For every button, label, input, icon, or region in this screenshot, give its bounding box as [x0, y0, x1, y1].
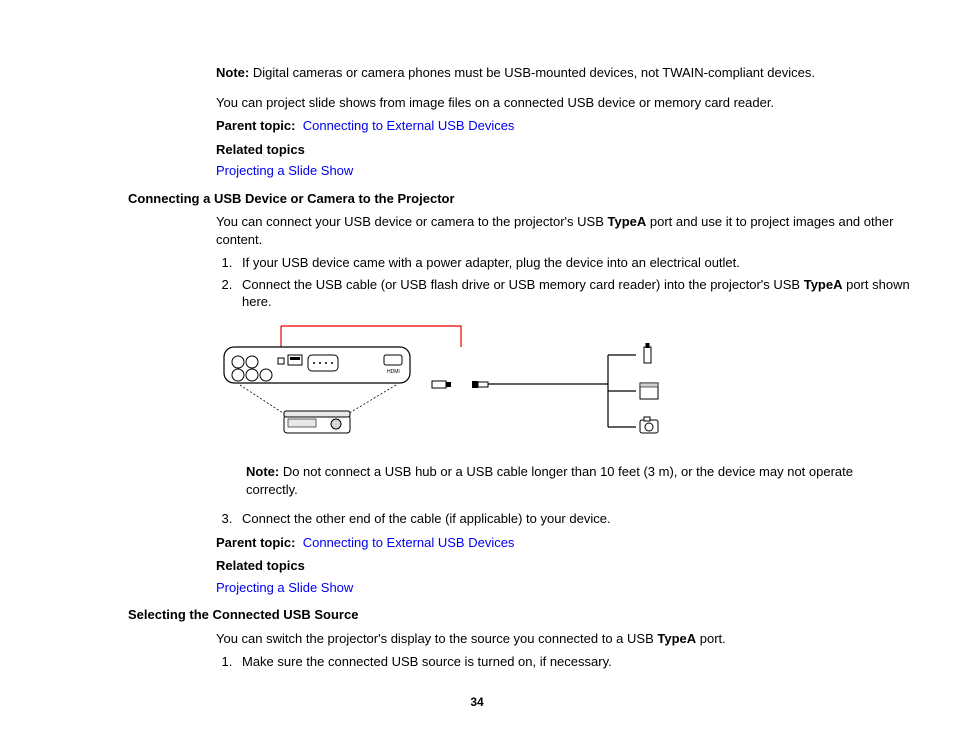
step-text: Connect the other end of the cable (if a… — [242, 511, 611, 526]
list-item: Make sure the connected USB source is tu… — [236, 653, 914, 671]
list-item: Connect the other end of the cable (if a… — [236, 510, 914, 528]
connection-diagram: HDMI — [216, 325, 686, 445]
step-text: Make sure the connected USB source is tu… — [242, 654, 612, 669]
note-text: Do not connect a USB hub or a USB cable … — [246, 464, 853, 497]
page-number: 34 — [0, 694, 954, 710]
step-text: If your USB device came with a power ada… — [242, 255, 740, 270]
paragraph-select-intro: You can switch the projector's display t… — [216, 630, 914, 648]
text-fragment: port. — [696, 631, 726, 646]
heading-selecting: Selecting the Connected USB Source — [128, 606, 914, 624]
paragraph-connect-intro: You can connect your USB device or camer… — [216, 213, 914, 248]
note-block-2: Note: Do not connect a USB hub or a USB … — [246, 463, 904, 498]
typea-bold: TypeA — [804, 277, 843, 292]
page-content: Note: Digital cameras or camera phones m… — [128, 64, 914, 671]
related-topics-row-2: Related topics — [216, 557, 914, 575]
related-link-row-2: Projecting a Slide Show — [216, 579, 914, 597]
parent-topic-label: Parent topic: — [216, 118, 295, 133]
ordered-list-3: Make sure the connected USB source is tu… — [216, 653, 914, 671]
text-fragment: You can switch the projector's display t… — [216, 631, 657, 646]
projecting-slideshow-link[interactable]: Projecting a Slide Show — [216, 163, 353, 178]
list-item: Connect the USB cable (or USB flash driv… — [236, 276, 914, 311]
ordered-list-1: If your USB device came with a power ada… — [216, 254, 914, 311]
text-fragment: You can connect your USB device or camer… — [216, 214, 607, 229]
ordered-list-2: Connect the other end of the cable (if a… — [216, 510, 914, 528]
parent-topic-row-2: Parent topic: Connecting to External USB… — [216, 534, 914, 552]
note-label: Note: — [216, 65, 249, 80]
related-topics-label: Related topics — [216, 142, 305, 157]
parent-topic-link[interactable]: Connecting to External USB Devices — [303, 535, 515, 550]
steps-container-2: Connect the other end of the cable (if a… — [216, 510, 914, 528]
related-topics-row-1: Related topics — [216, 141, 914, 159]
related-link-row-1: Projecting a Slide Show — [216, 162, 914, 180]
projecting-slideshow-link[interactable]: Projecting a Slide Show — [216, 580, 353, 595]
typea-bold: TypeA — [657, 631, 696, 646]
parent-topic-link[interactable]: Connecting to External USB Devices — [303, 118, 515, 133]
note-block-1: Note: Digital cameras or camera phones m… — [216, 64, 914, 82]
svg-text:HDMI: HDMI — [387, 369, 400, 375]
note-label: Note: — [246, 464, 279, 479]
heading-connecting: Connecting a USB Device or Camera to the… — [128, 190, 914, 208]
paragraph-slideshows: You can project slide shows from image f… — [216, 94, 914, 112]
typea-bold: TypeA — [607, 214, 646, 229]
list-item: If your USB device came with a power ada… — [236, 254, 914, 272]
parent-topic-label: Parent topic: — [216, 535, 295, 550]
steps-container-3: Make sure the connected USB source is tu… — [216, 653, 914, 671]
note-text: Digital cameras or camera phones must be… — [249, 65, 815, 80]
steps-container-1: If your USB device came with a power ada… — [216, 254, 914, 311]
related-topics-label: Related topics — [216, 558, 305, 573]
page: Note: Digital cameras or camera phones m… — [0, 0, 954, 738]
parent-topic-row-1: Parent topic: Connecting to External USB… — [216, 117, 914, 135]
text-fragment: Connect the USB cable (or USB flash driv… — [242, 277, 804, 292]
